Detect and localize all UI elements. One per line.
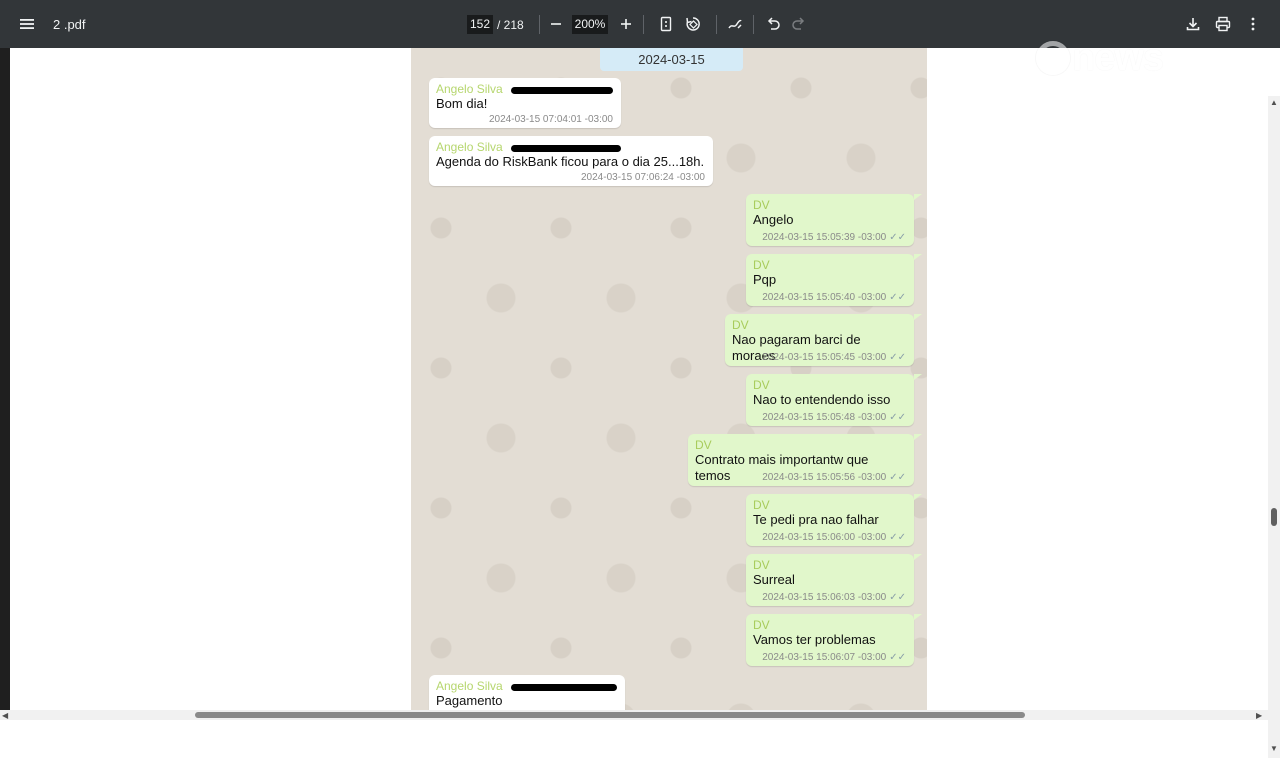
- message-bubble-outgoing: DV Vamos ter problemas 2024-03-15 15:06:…: [746, 614, 914, 666]
- bubble-tail: [914, 374, 922, 380]
- message-bubble-outgoing: DV Angelo 2024-03-15 15:05:39 -03:00 ✓✓: [746, 194, 914, 246]
- scroll-right-arrow-icon[interactable]: ▶: [1256, 711, 1262, 720]
- toolbar-divider: [643, 15, 644, 34]
- bubble-tail: [914, 314, 922, 320]
- double-check-icon: ✓✓: [889, 472, 906, 483]
- message-sender: DV: [753, 258, 770, 272]
- message-sender: DV: [753, 558, 770, 572]
- double-check-icon: ✓✓: [889, 292, 906, 303]
- news-watermark-logo: news: [1036, 36, 1198, 79]
- message-text: Te pedi pra nao falhar: [753, 512, 879, 527]
- message-timestamp: 2024-03-15 07:06:24 -03:00: [581, 172, 705, 183]
- redaction-mark: [511, 145, 621, 152]
- message-text: Vamos ter problemas: [753, 632, 876, 647]
- double-check-icon: ✓✓: [889, 652, 906, 663]
- message-sender: DV: [753, 498, 770, 512]
- fit-page-icon[interactable]: [652, 10, 680, 38]
- bubble-tail: [914, 434, 922, 440]
- message-bubble-outgoing: DV Surreal 2024-03-15 15:06:03 -03:00 ✓✓: [746, 554, 914, 606]
- date-separator: 2024-03-15: [600, 48, 743, 71]
- zoom-input[interactable]: 200%: [572, 15, 608, 34]
- undo-icon[interactable]: [759, 10, 787, 38]
- scroll-up-arrow-icon[interactable]: ▲: [1270, 98, 1278, 107]
- more-vert-icon[interactable]: [1239, 10, 1267, 38]
- toolbar-divider: [716, 15, 717, 34]
- message-bubble-incoming: Angelo Silva Bom dia! 2024-03-15 07:04:0…: [429, 78, 621, 128]
- scroll-down-arrow-icon[interactable]: ▼: [1270, 744, 1278, 753]
- message-text: Surreal: [753, 572, 795, 587]
- toolbar-divider: [539, 15, 540, 34]
- message-timestamp: 2024-03-15 15:05:56 -03:00 ✓✓: [762, 472, 906, 483]
- message-bubble-outgoing: DV Te pedi pra nao falhar 2024-03-15 15:…: [746, 494, 914, 546]
- pdf-viewport[interactable]: 2024-03-15 Angelo Silva Bom dia! 2024-03…: [0, 48, 1280, 758]
- message-text: Nao to entendendo isso: [753, 392, 891, 407]
- print-icon[interactable]: [1209, 10, 1237, 38]
- message-bubble-outgoing: DV Nao to entendendo isso 2024-03-15 15:…: [746, 374, 914, 426]
- vertical-scroll-thumb[interactable]: [1271, 508, 1277, 526]
- bubble-tail: [914, 494, 922, 500]
- minus-icon[interactable]: [542, 10, 570, 38]
- bubble-tail: [914, 554, 922, 560]
- message-bubble-outgoing: DV Pqp 2024-03-15 15:05:40 -03:00 ✓✓: [746, 254, 914, 306]
- toolbar-divider: [753, 15, 754, 34]
- message-timestamp: 2024-03-15 15:05:45 -03:00 ✓✓: [762, 352, 906, 363]
- page-total-label: / 218: [497, 18, 524, 32]
- message-text: Pqp: [753, 272, 777, 287]
- message-sender: DV: [753, 378, 770, 392]
- logo-ring-icon: [1036, 41, 1070, 75]
- plus-icon[interactable]: [612, 10, 640, 38]
- message-text: Bom dia!: [436, 96, 488, 111]
- double-check-icon: ✓✓: [889, 352, 906, 363]
- page-number-input[interactable]: 152: [467, 15, 493, 34]
- redaction-mark: [511, 87, 613, 94]
- scroll-left-arrow-icon[interactable]: ◀: [2, 711, 8, 720]
- message-text: Agenda do RiskBank ficou para o dia 25..…: [436, 154, 705, 169]
- horizontal-scrollbar[interactable]: ◀ ▶: [0, 710, 1268, 720]
- message-timestamp: 2024-03-15 15:06:07 -03:00 ✓✓: [762, 652, 906, 663]
- rotate-icon[interactable]: [679, 10, 707, 38]
- vertical-scrollbar[interactable]: ▲ ▼: [1268, 96, 1280, 758]
- double-check-icon: ✓✓: [889, 232, 906, 243]
- message-bubble-incoming: Angelo Silva Agenda do RiskBank ficou pa…: [429, 136, 713, 186]
- redo-icon[interactable]: [785, 10, 813, 38]
- message-text: Angelo: [753, 212, 794, 227]
- message-timestamp: 2024-03-15 15:05:48 -03:00 ✓✓: [762, 412, 906, 423]
- message-timestamp: 2024-03-15 15:05:40 -03:00 ✓✓: [762, 292, 906, 303]
- message-bubble-outgoing: DV Contrato mais importantw que temos 20…: [688, 434, 914, 486]
- message-timestamp: 2024-03-15 15:06:03 -03:00 ✓✓: [762, 592, 906, 603]
- pdf-page: 2024-03-15 Angelo Silva Bom dia! 2024-03…: [411, 48, 927, 710]
- double-check-icon: ✓✓: [889, 592, 906, 603]
- draw-icon[interactable]: [721, 10, 749, 38]
- bubble-tail: [914, 254, 922, 260]
- bubble-tail: [914, 194, 922, 200]
- download-icon[interactable]: [1179, 10, 1207, 38]
- message-sender: DV: [753, 198, 770, 212]
- redaction-mark: [511, 684, 617, 691]
- double-check-icon: ✓✓: [889, 412, 906, 423]
- message-timestamp: 2024-03-15 15:05:39 -03:00 ✓✓: [762, 232, 906, 243]
- message-sender: DV: [695, 438, 712, 452]
- message-bubble-outgoing: DV Nao pagaram barci de moraes 2024-03-1…: [725, 314, 914, 366]
- menu-icon[interactable]: [13, 10, 41, 38]
- watermark-text: news: [1072, 36, 1164, 79]
- message-timestamp: 2024-03-15 15:06:00 -03:00 ✓✓: [762, 532, 906, 543]
- document-title: 2 .pdf: [53, 17, 86, 32]
- message-timestamp: 2024-03-15 07:04:01 -03:00: [489, 114, 613, 125]
- double-check-icon: ✓✓: [889, 532, 906, 543]
- message-sender: DV: [753, 618, 770, 632]
- horizontal-scroll-thumb[interactable]: [195, 712, 1025, 718]
- message-bubble-incoming: Angelo Silva Pagamento: [429, 675, 625, 710]
- left-edge: [0, 48, 10, 720]
- bubble-tail: [914, 614, 922, 620]
- message-text: Pagamento: [436, 693, 503, 708]
- message-sender: DV: [732, 318, 749, 332]
